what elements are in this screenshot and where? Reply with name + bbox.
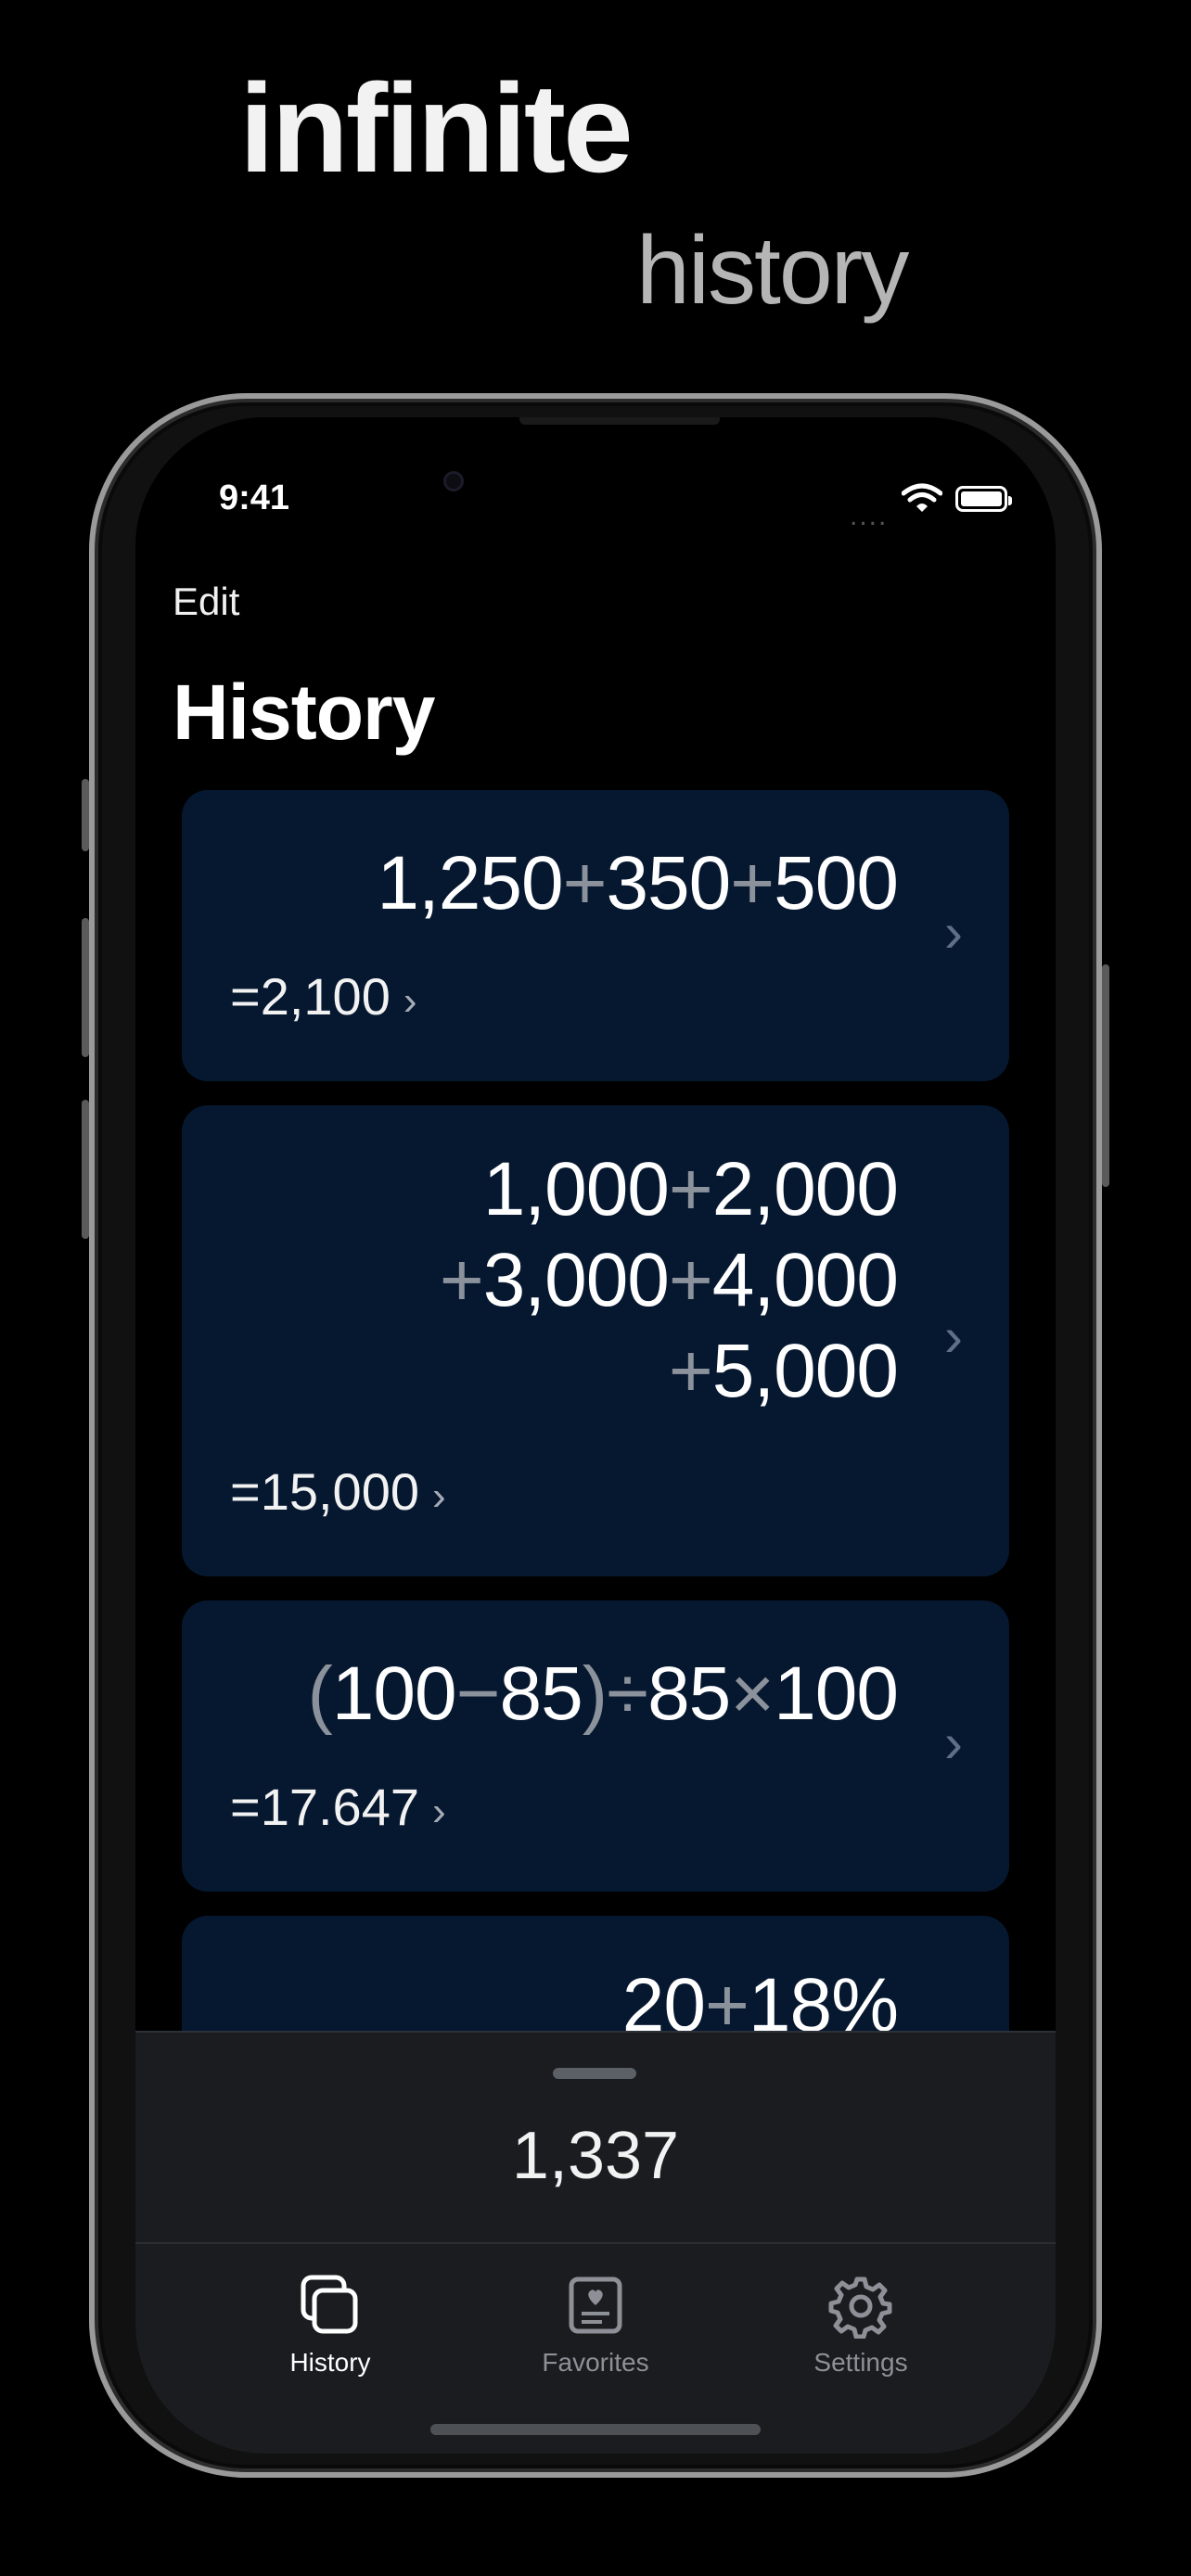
expression-line: +5,000 xyxy=(440,1326,899,1417)
result-value: =17.647 xyxy=(230,1778,419,1836)
status-time: 9:41 xyxy=(219,478,290,517)
tab-label: Settings xyxy=(813,2348,908,2377)
result-value: =2,100 xyxy=(230,967,391,1026)
chevron-right-icon: › xyxy=(944,1712,963,1774)
wifi-icon xyxy=(902,483,942,512)
tab-settings[interactable]: Settings xyxy=(768,2274,954,2378)
expression: (100−85)÷85×100 xyxy=(307,1649,899,1740)
headline-history: history xyxy=(636,217,909,325)
operand: 4,000 xyxy=(711,1238,899,1322)
chevron-right-icon: › xyxy=(431,1789,446,1834)
operator: ( xyxy=(307,1651,332,1736)
bottom-panel: 1,337 History Favorites Settings xyxy=(135,2031,1056,2454)
battery-icon xyxy=(955,486,1012,512)
result-value: =15,000 xyxy=(230,1462,419,1521)
operator: ) xyxy=(582,1651,608,1736)
chevron-right-icon: › xyxy=(944,901,963,963)
operator: + xyxy=(668,1147,713,1231)
result[interactable]: =2,100 › xyxy=(230,966,417,1027)
expression: 1,000+2,000 +3,000+4,000 +5,000 xyxy=(439,1144,899,1417)
operator: + xyxy=(730,841,775,925)
expression-line: 1,000+2,000 xyxy=(440,1144,899,1235)
tab-label: History xyxy=(289,2348,371,2377)
operand: 100 xyxy=(331,1651,457,1736)
operand: 1,000 xyxy=(482,1147,670,1231)
mute-switch xyxy=(82,779,89,851)
gear-icon xyxy=(828,2276,892,2339)
tab-label: Favorites xyxy=(542,2348,649,2377)
operator: − xyxy=(455,1651,501,1736)
tab-favorites[interactable]: Favorites xyxy=(503,2274,688,2378)
expression: 1,250+350+500 xyxy=(377,838,899,929)
operator: + xyxy=(562,841,608,925)
drag-handle[interactable] xyxy=(553,2068,636,2079)
tab-history[interactable]: History xyxy=(237,2274,423,2378)
expression-line: +3,000+4,000 xyxy=(439,1235,899,1326)
operand: 350 xyxy=(606,841,731,925)
history-card-3[interactable]: (100−85)÷85×100 =17.647 › › xyxy=(182,1600,1009,1892)
signal-icon: .... xyxy=(850,501,889,531)
headline-infinite: infinite xyxy=(239,57,634,198)
volume-down-button xyxy=(82,1100,89,1239)
page-title: History xyxy=(173,669,435,756)
history-icon xyxy=(301,2275,358,2334)
chevron-right-icon: › xyxy=(944,1306,963,1368)
history-card-1[interactable]: 1,250+350+500 =2,100 › › xyxy=(182,790,1009,1081)
phone-screen: 9:41 .... Edit History 1,250+350+500 =2,… xyxy=(135,417,1056,2454)
operator: + xyxy=(668,1329,713,1413)
operand: 85 xyxy=(499,1651,583,1736)
front-camera xyxy=(443,471,464,491)
favorites-icon xyxy=(569,2276,622,2334)
operand: 1,250 xyxy=(377,841,563,925)
divider xyxy=(135,2242,1056,2244)
operand: 100 xyxy=(774,1651,899,1736)
speaker-notch xyxy=(519,417,720,425)
operand: 2,000 xyxy=(711,1147,899,1231)
chevron-right-icon: › xyxy=(403,978,417,1024)
operator: + xyxy=(668,1238,713,1322)
operand: 85 xyxy=(647,1651,731,1736)
expression-line: (100−85)÷85×100 xyxy=(307,1649,899,1740)
operator: + xyxy=(439,1238,484,1322)
operand: 5,000 xyxy=(711,1329,899,1413)
chevron-right-icon: › xyxy=(431,1473,446,1519)
edit-button[interactable]: Edit xyxy=(173,580,239,624)
operand: 3,000 xyxy=(482,1238,670,1322)
calculator-display[interactable]: 1,337 xyxy=(135,2118,1056,2194)
power-button xyxy=(1102,964,1109,1187)
result[interactable]: =15,000 › xyxy=(230,1461,446,1522)
volume-up-button xyxy=(82,918,89,1057)
operand: 500 xyxy=(774,841,899,925)
history-card-2[interactable]: 1,000+2,000 +3,000+4,000 +5,000 =15,000 › › xyxy=(182,1105,1009,1576)
result[interactable]: =17.647 › xyxy=(230,1777,446,1837)
operator: × xyxy=(730,1651,775,1736)
operator: ÷ xyxy=(607,1651,648,1736)
home-indicator[interactable] xyxy=(430,2424,761,2435)
expression-line: 1,250+350+500 xyxy=(377,838,899,929)
